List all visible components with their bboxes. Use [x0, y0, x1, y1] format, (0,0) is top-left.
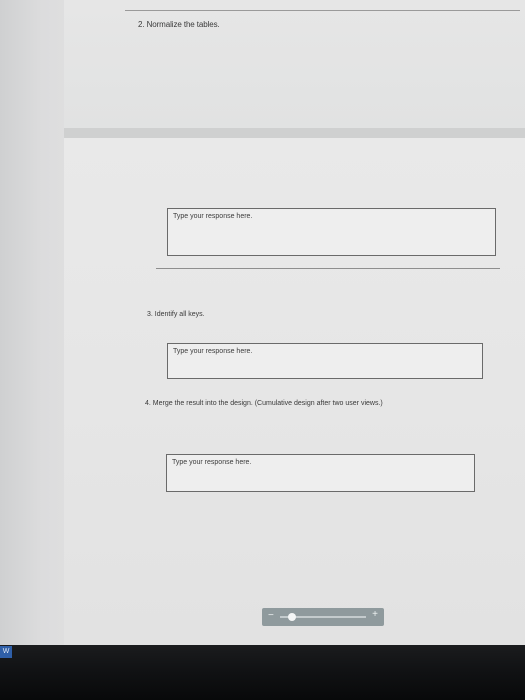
question-2-panel	[64, 0, 525, 128]
response-field-2-placeholder: Type your response here.	[173, 348, 253, 355]
response-field-1[interactable]: Type your response here.	[167, 208, 496, 256]
word-icon[interactable]: W	[0, 646, 12, 658]
top-divider	[125, 10, 520, 11]
section-separator	[64, 128, 525, 138]
document-viewport: 2. Normalize the tables. Type your respo…	[0, 0, 525, 645]
response-field-1-placeholder: Type your response here.	[173, 213, 253, 220]
question-3-label: 3. Identify all keys.	[147, 311, 205, 318]
zoom-slider[interactable]: − +	[262, 608, 384, 626]
response-field-3[interactable]: Type your response here.	[166, 454, 475, 492]
response-field-2[interactable]: Type your response here.	[167, 343, 483, 379]
zoom-in-button[interactable]: +	[372, 609, 378, 620]
question-divider	[156, 268, 500, 269]
taskbar: W	[0, 645, 525, 700]
question-4-label: 4. Merge the result into the design. (Cu…	[145, 400, 383, 407]
response-field-3-placeholder: Type your response here.	[172, 459, 252, 466]
zoom-out-button[interactable]: −	[268, 610, 274, 621]
zoom-thumb[interactable]	[287, 613, 296, 621]
question-2-label: 2. Normalize the tables.	[138, 20, 220, 29]
